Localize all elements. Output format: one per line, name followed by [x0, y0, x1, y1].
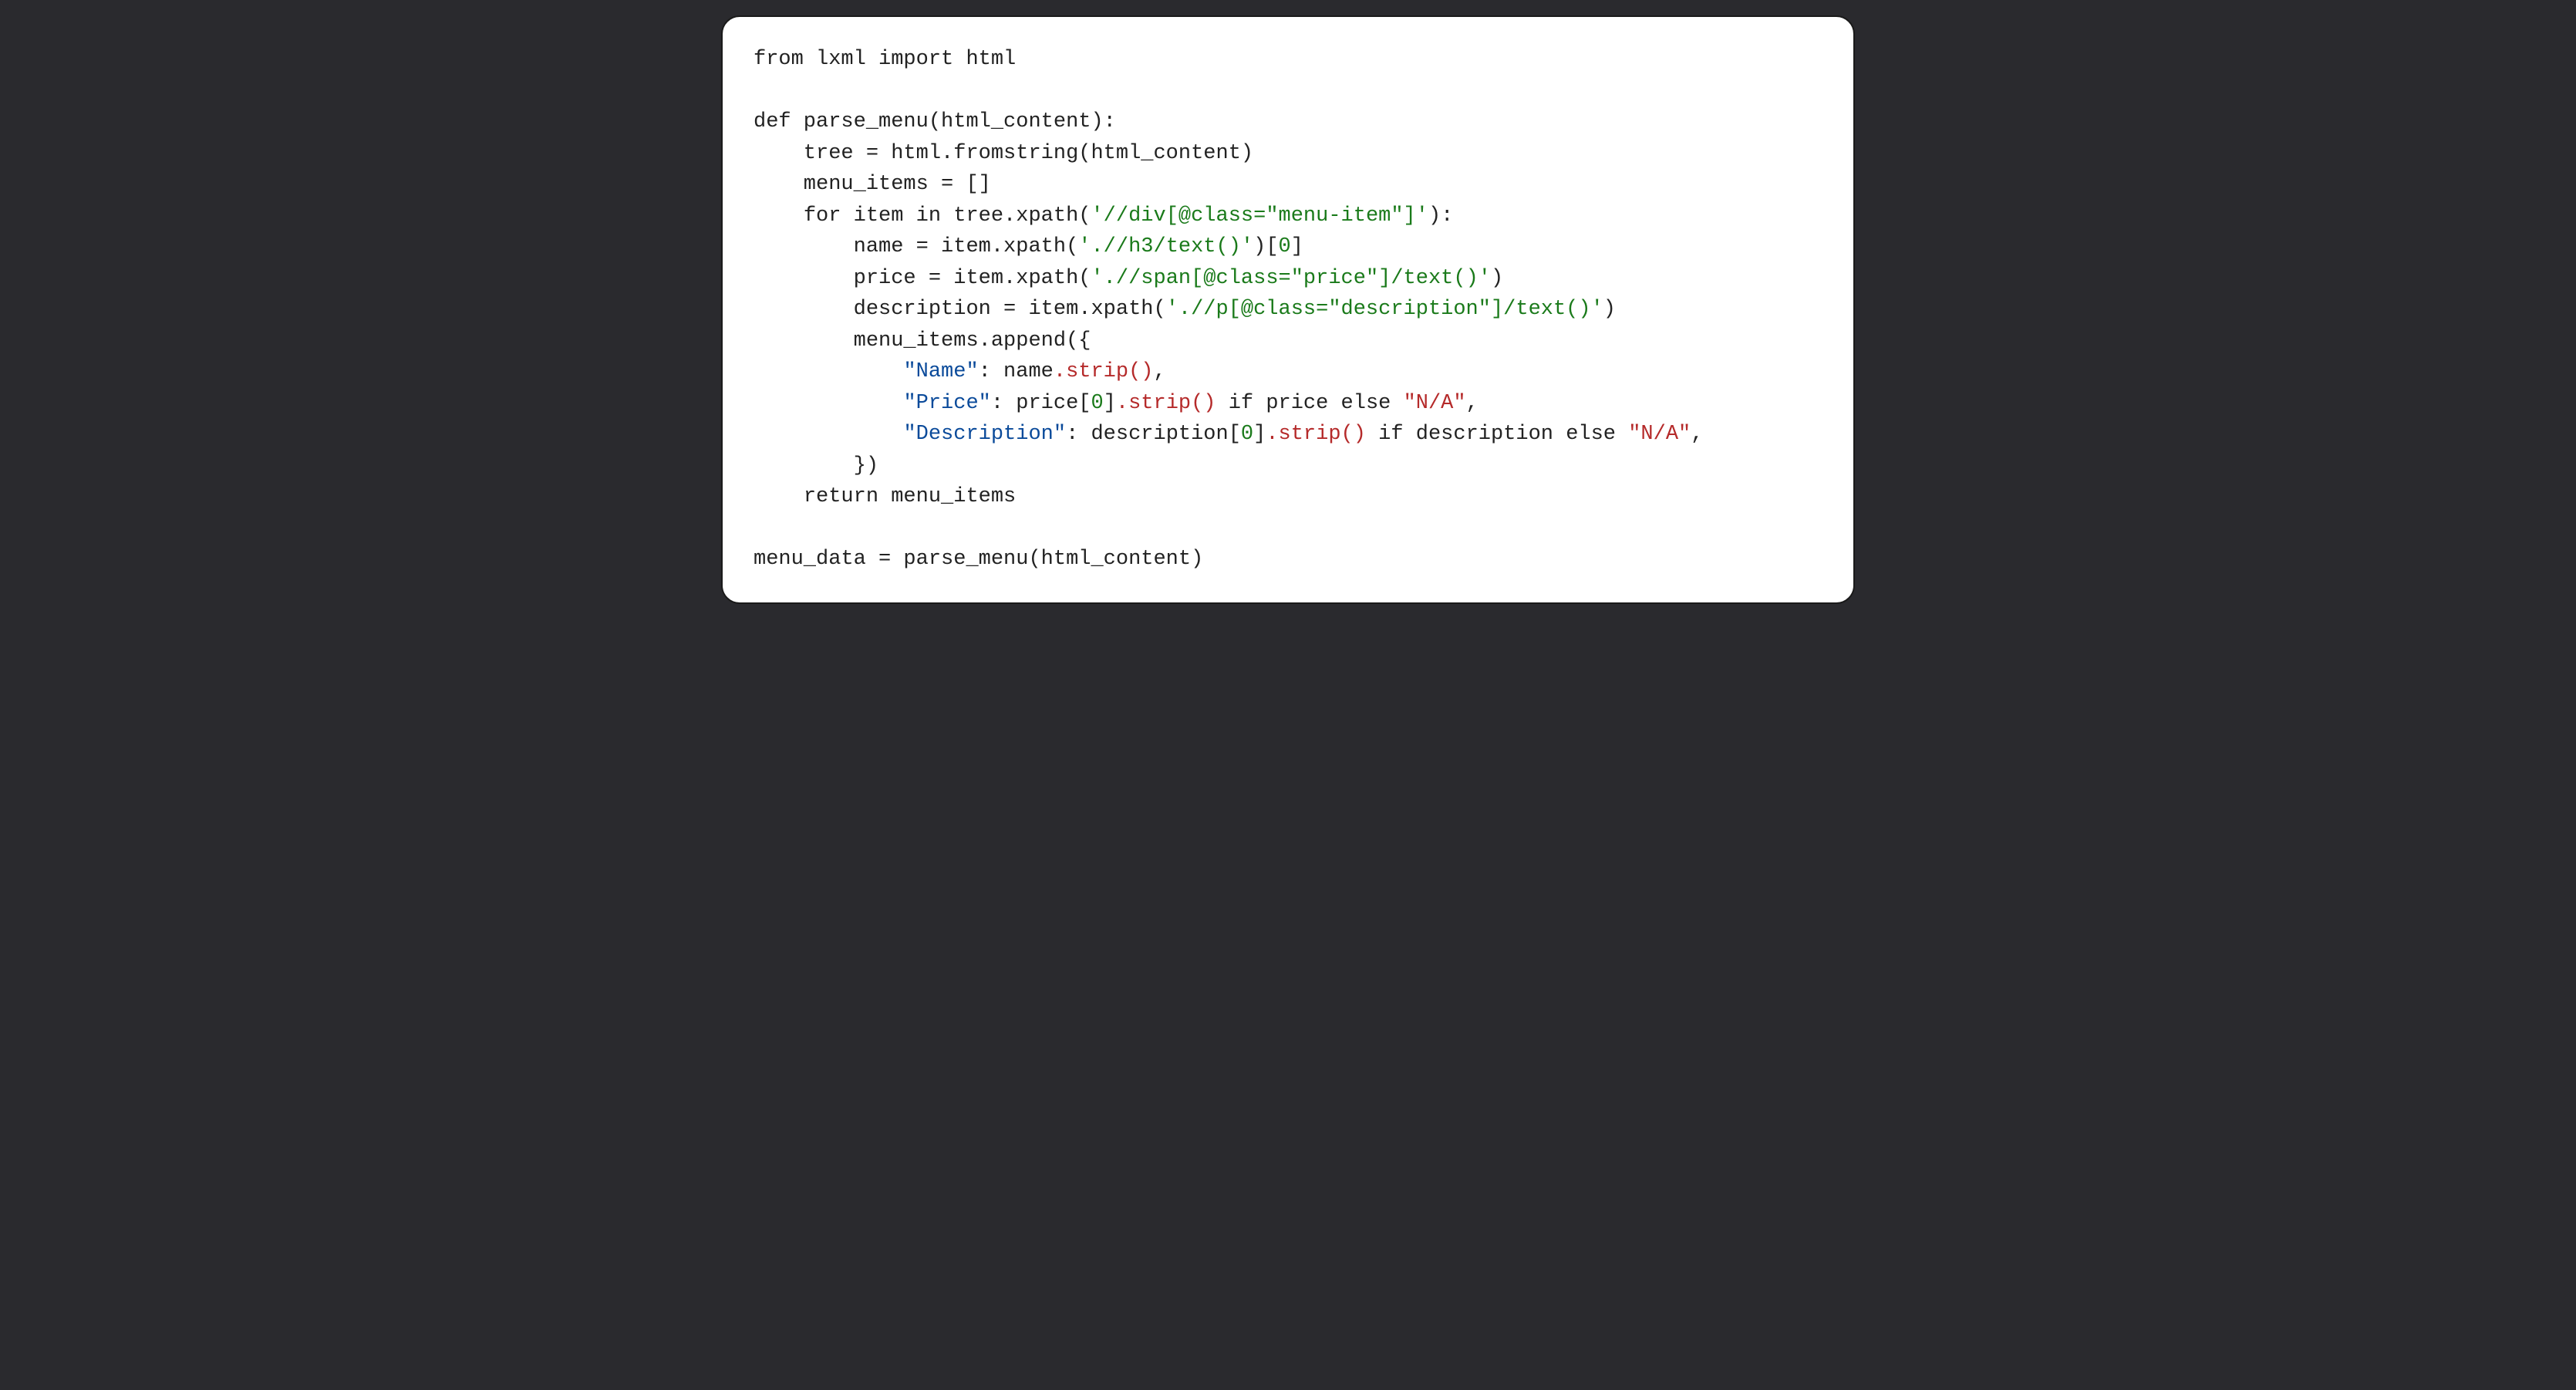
code-block-card: from lxml import html def parse_menu(htm… — [721, 15, 1855, 604]
keyword-def: def — [754, 110, 791, 133]
code-text: }) — [754, 454, 878, 477]
code-text: ] — [1253, 423, 1266, 446]
code-text: html — [953, 48, 1016, 71]
keyword-import: import — [878, 48, 953, 71]
code-text: description — [1404, 423, 1566, 446]
number-literal: 0 — [1241, 423, 1253, 446]
method-call: .strip() — [1054, 360, 1154, 383]
code-text: menu_items = [] — [754, 173, 991, 196]
number-literal: 0 — [1279, 235, 1291, 258]
code-text — [754, 392, 903, 415]
code-text — [1366, 423, 1378, 446]
string-literal: './/p[@class="description"]/text()' — [1166, 298, 1603, 321]
code-text: ] — [1104, 392, 1116, 415]
code-text — [754, 485, 804, 508]
code-text: , — [1691, 423, 1703, 446]
string-literal: "N/A" — [1628, 423, 1691, 446]
dict-key: "Price" — [903, 392, 990, 415]
code-text: price — [1253, 392, 1340, 415]
code-text: tree.xpath( — [941, 204, 1091, 228]
string-literal: './/span[@class="price"]/text()' — [1091, 267, 1490, 290]
code-text — [1391, 392, 1403, 415]
method-call: .strip() — [1116, 392, 1216, 415]
code-text: ) — [1491, 267, 1503, 290]
code-content[interactable]: from lxml import html def parse_menu(htm… — [754, 44, 1822, 575]
code-text: : name — [979, 360, 1054, 383]
code-text: parse_menu(html_content): — [791, 110, 1116, 133]
keyword-else: else — [1566, 423, 1616, 446]
code-text — [754, 204, 804, 228]
keyword-in: in — [916, 204, 941, 228]
dict-key: "Name" — [903, 360, 978, 383]
keyword-from: from — [754, 48, 804, 71]
code-text: )[ — [1253, 235, 1278, 258]
keyword-else: else — [1341, 392, 1391, 415]
code-text — [1616, 423, 1628, 446]
code-text: menu_items.append({ — [754, 329, 1091, 353]
code-text: item — [841, 204, 915, 228]
string-literal: "N/A" — [1404, 392, 1466, 415]
code-text: menu_items — [878, 485, 1016, 508]
string-literal: '//div[@class="menu-item"]' — [1091, 204, 1428, 228]
dict-key: "Description" — [903, 423, 1066, 446]
code-text: description = item.xpath( — [754, 298, 1166, 321]
code-text: : description[ — [1066, 423, 1241, 446]
code-text — [1216, 392, 1229, 415]
keyword-if: if — [1229, 392, 1253, 415]
code-text: , — [1154, 360, 1166, 383]
code-text: name = item.xpath( — [754, 235, 1078, 258]
code-text: : price[ — [991, 392, 1091, 415]
code-text — [754, 360, 903, 383]
method-call: .strip() — [1266, 423, 1366, 446]
keyword-if: if — [1378, 423, 1403, 446]
code-text: , — [1466, 392, 1479, 415]
code-text: ): — [1428, 204, 1453, 228]
string-literal: './/h3/text()' — [1078, 235, 1253, 258]
code-text: ] — [1291, 235, 1303, 258]
code-text: menu_data = parse_menu(html_content) — [754, 548, 1203, 571]
code-text: lxml — [804, 48, 878, 71]
keyword-for: for — [804, 204, 841, 228]
number-literal: 0 — [1091, 392, 1103, 415]
code-text: tree = html.fromstring(html_content) — [754, 142, 1253, 165]
keyword-return: return — [804, 485, 878, 508]
code-text: price = item.xpath( — [754, 267, 1091, 290]
code-text — [754, 423, 903, 446]
code-text: ) — [1603, 298, 1616, 321]
